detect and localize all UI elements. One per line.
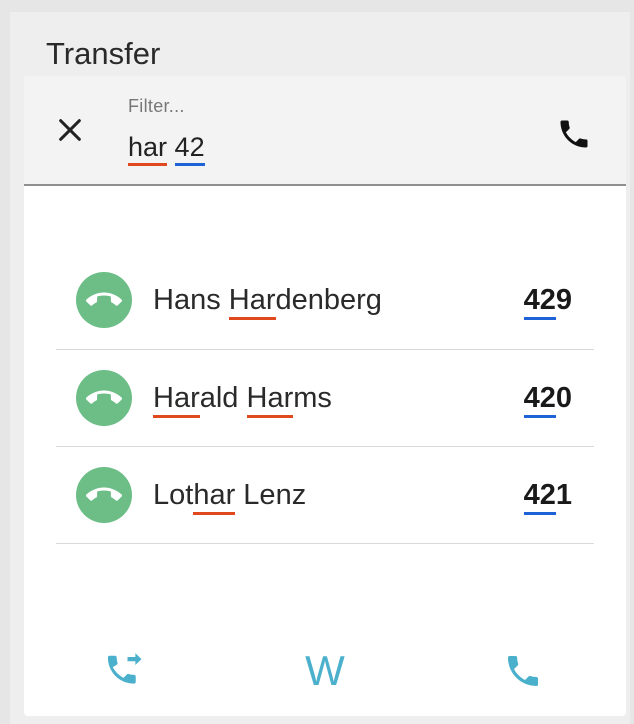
status-available-icon xyxy=(76,272,132,328)
contact-row[interactable]: Harald Harms 420 xyxy=(56,350,594,447)
filter-input[interactable]: har 42 xyxy=(128,132,205,166)
call-filter-button[interactable] xyxy=(554,114,594,154)
contact-name: Lothar Lenz xyxy=(153,479,306,515)
transfer-card: Filter... har 42 Hans Hardenberg 429 Har… xyxy=(24,76,626,716)
filter-text-match: har xyxy=(128,132,168,166)
status-available-icon xyxy=(76,467,132,523)
contact-name: Hans Hardenberg xyxy=(153,284,382,320)
hangup-phone-icon xyxy=(86,292,122,306)
call-button[interactable] xyxy=(498,646,548,696)
filter-bar: Filter... har 42 xyxy=(24,76,626,186)
close-icon xyxy=(59,119,81,141)
contact-name: Harald Harms xyxy=(153,382,332,418)
call-transfer-icon xyxy=(107,653,142,684)
status-available-icon xyxy=(76,370,132,426)
panel-title: Transfer xyxy=(46,36,161,71)
contact-extension: 421 xyxy=(523,479,572,515)
contact-row[interactable]: Hans Hardenberg 429 xyxy=(56,252,594,350)
contact-row[interactable]: Lothar Lenz 421 xyxy=(56,447,594,544)
filter-number-match: 42 xyxy=(174,132,205,166)
contact-extension: 429 xyxy=(523,284,572,320)
clear-filter-button[interactable] xyxy=(54,114,86,146)
phone-icon xyxy=(508,656,538,686)
w-button[interactable]: W xyxy=(300,646,350,696)
w-label: W xyxy=(305,647,345,694)
phone-icon xyxy=(560,120,588,148)
filter-separator xyxy=(167,132,175,162)
hangup-phone-icon xyxy=(86,390,122,404)
transfer-button[interactable] xyxy=(99,646,149,696)
contact-extension: 420 xyxy=(523,382,572,418)
filter-label: Filter... xyxy=(128,96,185,116)
contact-list: Hans Hardenberg 429 Harald Harms 420 Lot… xyxy=(56,252,594,544)
hangup-phone-icon xyxy=(86,487,122,501)
action-bar: W xyxy=(24,636,626,706)
